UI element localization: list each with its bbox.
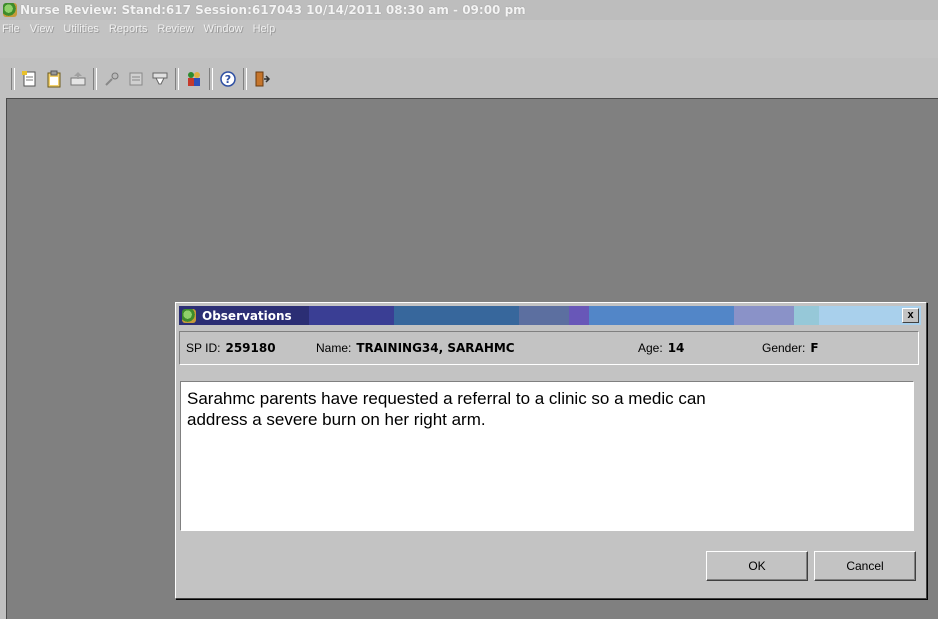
toolbar-separator — [93, 68, 97, 90]
toolbar-separator — [11, 68, 15, 90]
help-icon[interactable]: ? — [217, 68, 239, 90]
menu-bar: File View Utilities Reports Review Windo… — [0, 20, 285, 38]
gender-value: F — [810, 341, 819, 355]
name-label: Name: — [316, 341, 352, 355]
patient-info-bar: SP ID: 259180 Name: TRAINING34, SARAHMC … — [179, 331, 919, 365]
window-title: Nurse Review: Stand:617 Session:617043 1… — [20, 3, 526, 17]
connect-icon[interactable] — [101, 68, 123, 90]
age-label: Age: — [638, 341, 663, 355]
name-group: Name: TRAINING34, SARAHMC — [316, 332, 515, 364]
dialog-titlebar[interactable]: Observations x — [179, 306, 921, 325]
ok-button[interactable]: OK — [706, 551, 808, 581]
list-icon[interactable] — [125, 68, 147, 90]
close-button[interactable]: x — [902, 308, 919, 323]
toolbar: ? — [8, 66, 274, 92]
clipboard-icon[interactable] — [43, 68, 65, 90]
menubar-area: File View Utilities Reports Review Windo… — [0, 20, 938, 58]
sp-id-label: SP ID: — [186, 341, 221, 355]
gender-group: Gender: F — [762, 332, 819, 364]
svg-text:?: ? — [225, 73, 231, 86]
menu-view[interactable]: View — [30, 23, 54, 35]
new-record-icon[interactable] — [19, 68, 41, 90]
window-titlebar[interactable]: Nurse Review: Stand:617 Session:617043 1… — [0, 0, 938, 20]
menu-help[interactable]: Help — [253, 23, 276, 35]
observation-textarea[interactable]: Sarahmc parents have requested a referra… — [180, 381, 914, 531]
age-group: Age: 14 — [638, 332, 684, 364]
dialog-icon — [182, 308, 196, 323]
menu-reports[interactable]: Reports — [109, 23, 148, 35]
gender-label: Gender: — [762, 341, 806, 355]
cancel-button[interactable]: Cancel — [814, 551, 916, 581]
sp-id-value: 259180 — [225, 341, 276, 355]
sp-id-group: SP ID: 259180 — [186, 332, 276, 364]
observations-dialog: Observations x SP ID: 259180 Name: TRAIN… — [175, 302, 927, 599]
menu-window[interactable]: Window — [203, 23, 242, 35]
name-value: TRAINING34, SARAHMC — [356, 341, 515, 355]
filter-icon[interactable] — [149, 68, 171, 90]
export-icon[interactable] — [67, 68, 89, 90]
toolbar-separator — [175, 68, 179, 90]
dialog-title: Observations — [202, 308, 292, 323]
app-icon — [3, 3, 17, 17]
toolbar-separator — [209, 68, 213, 90]
menu-utilities[interactable]: Utilities — [63, 23, 98, 35]
menu-file[interactable]: File — [2, 23, 20, 35]
menu-review[interactable]: Review — [157, 23, 193, 35]
exit-icon[interactable] — [251, 68, 273, 90]
toolbar-separator — [243, 68, 247, 90]
close-icon: x — [907, 309, 914, 321]
age-value: 14 — [667, 341, 685, 355]
people-icon[interactable] — [183, 68, 205, 90]
